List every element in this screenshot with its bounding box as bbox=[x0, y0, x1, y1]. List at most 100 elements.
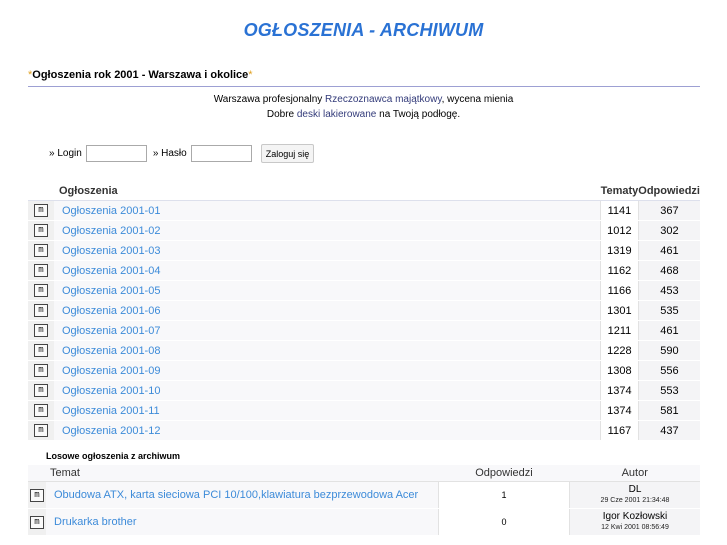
forum-topics-count: 1319 bbox=[600, 240, 639, 261]
forum-link[interactable]: Ogłoszenia 2001-07 bbox=[62, 325, 160, 337]
topic-replies-count: 0 bbox=[438, 508, 570, 536]
forum-replies-count: 553 bbox=[637, 380, 700, 401]
forum-name-cell: Ogłoszenia 2001-08 bbox=[54, 340, 601, 361]
forum-name-cell: Ogłoszenia 2001-02 bbox=[54, 220, 601, 241]
forum-row: m Ogłoszenia 2001-08 1228 590 bbox=[28, 340, 700, 361]
topic-cell: Obudowa ATX, karta sieciowa PCI 10/100,k… bbox=[46, 481, 439, 509]
forum-link[interactable]: Ogłoszenia 2001-02 bbox=[62, 225, 160, 237]
forum-row: m Ogłoszenia 2001-09 1308 556 bbox=[28, 360, 700, 381]
forum-link[interactable]: Ogłoszenia 2001-06 bbox=[62, 305, 160, 317]
page-title: OGŁOSZENIA - ARCHIWUM bbox=[243, 20, 484, 40]
forum-topics-count: 1301 bbox=[600, 300, 639, 321]
forum-row: m Ogłoszenia 2001-10 1374 553 bbox=[28, 380, 700, 401]
forum-row: m Ogłoszenia 2001-06 1301 535 bbox=[28, 300, 700, 321]
sponsor-text: Warszawa profesjonalny bbox=[213, 94, 326, 105]
sponsor-text: Dobre bbox=[266, 109, 297, 120]
forum-link[interactable]: Ogłoszenia 2001-01 bbox=[62, 205, 160, 217]
random-header-replies: Odpowiedzi bbox=[438, 465, 570, 482]
author-name[interactable]: Igor Kozłowski bbox=[570, 511, 700, 522]
sponsor-info: Warszawa profesjonalny Rzeczoznawca mają… bbox=[0, 92, 727, 122]
forum-icon-cell: m bbox=[28, 380, 54, 401]
forum-icon-cell: m bbox=[28, 280, 54, 301]
forum-row: m Ogłoszenia 2001-04 1162 468 bbox=[28, 260, 700, 281]
forum-replies-count: 535 bbox=[637, 300, 700, 321]
forum-icon-cell: m bbox=[28, 320, 54, 341]
forum-topics-count: 1374 bbox=[600, 380, 639, 401]
forum-name-cell: Ogłoszenia 2001-10 bbox=[54, 380, 601, 401]
post-date: 12 Kwi 2001 08:56:49 bbox=[601, 524, 669, 531]
forum-icon-cell: m bbox=[28, 240, 54, 261]
forum-topics-count: 1308 bbox=[600, 360, 639, 381]
forum-name-cell: Ogłoszenia 2001-11 bbox=[54, 400, 601, 421]
forum-link[interactable]: Ogłoszenia 2001-03 bbox=[62, 245, 160, 257]
forum-replies-count: 461 bbox=[637, 240, 700, 261]
forum-row: m Ogłoszenia 2001-01 1141 367 bbox=[28, 200, 700, 221]
forum-folder-icon: m bbox=[34, 284, 48, 297]
random-ads-table: Temat Odpowiedzi Autor m Obudowa ATX, kar… bbox=[28, 465, 700, 536]
forum-folder-icon: m bbox=[34, 404, 48, 417]
topic-replies-count: 1 bbox=[438, 481, 570, 509]
sponsor-link-rzeczoznawca[interactable]: Rzeczoznawca majątkowy bbox=[325, 94, 442, 105]
forum-link[interactable]: Ogłoszenia 2001-04 bbox=[62, 265, 160, 277]
forum-folder-icon: m bbox=[34, 304, 48, 317]
login-label: » Login bbox=[49, 148, 82, 159]
password-input[interactable] bbox=[190, 145, 252, 162]
forum-link[interactable]: Ogłoszenia 2001-08 bbox=[62, 345, 160, 357]
topic-author-cell: DL 29 Cze 2001 21:34:48 bbox=[569, 481, 700, 509]
topic-icon-cell: m bbox=[28, 481, 46, 509]
forum-icon-cell: m bbox=[28, 360, 54, 381]
forum-name-cell: Ogłoszenia 2001-05 bbox=[54, 280, 601, 301]
sponsor-text: , wycena mienia bbox=[441, 94, 514, 105]
forum-header-topics: Tematy bbox=[600, 181, 639, 201]
forum-replies-count: 461 bbox=[637, 320, 700, 341]
topic-link[interactable]: Obudowa ATX, karta sieciowa PCI 10/100,k… bbox=[54, 489, 418, 501]
forum-folder-icon: m bbox=[34, 324, 48, 337]
forum-name-cell: Ogłoszenia 2001-06 bbox=[54, 300, 601, 321]
forum-icon-cell: m bbox=[28, 300, 54, 321]
forum-header-replies: Odpowiedzi bbox=[638, 181, 700, 201]
forum-icon-cell: m bbox=[28, 400, 54, 421]
forum-topics-count: 1166 bbox=[600, 280, 639, 301]
author-name[interactable]: DL bbox=[570, 484, 700, 495]
login-button[interactable]: Zaloguj się bbox=[260, 144, 315, 163]
forum-folder-icon: m bbox=[34, 344, 48, 357]
section-title: *Ogłoszenia rok 2001 - Warszawa i okolic… bbox=[28, 69, 253, 81]
forum-link[interactable]: Ogłoszenia 2001-12 bbox=[62, 425, 160, 437]
forum-link[interactable]: Ogłoszenia 2001-11 bbox=[62, 405, 160, 417]
forum-row: m Ogłoszenia 2001-12 1167 437 bbox=[28, 420, 700, 441]
forum-folder-icon: m bbox=[34, 224, 48, 237]
forum-name-cell: Ogłoszenia 2001-04 bbox=[54, 260, 601, 281]
forum-replies-count: 453 bbox=[637, 280, 700, 301]
sponsor-line-2: Dobre deski lakierowane na Twoją podłogę… bbox=[0, 107, 727, 122]
sponsor-link-deski[interactable]: deski lakierowane bbox=[297, 109, 377, 120]
forum-replies-count: 367 bbox=[637, 200, 700, 221]
forum-replies-count: 556 bbox=[637, 360, 700, 381]
forum-row: m Ogłoszenia 2001-03 1319 461 bbox=[28, 240, 700, 261]
topic-author-cell: Igor Kozłowski 12 Kwi 2001 08:56:49 bbox=[569, 508, 700, 536]
random-table-header: Temat Odpowiedzi Autor bbox=[28, 465, 700, 482]
random-ad-row: m Obudowa ATX, karta sieciowa PCI 10/100,… bbox=[28, 481, 700, 509]
random-header-author: Autor bbox=[569, 465, 700, 482]
forum-table-header: Ogłoszenia Tematy Odpowiedzi bbox=[28, 181, 700, 201]
forum-topics-count: 1012 bbox=[600, 220, 639, 241]
forum-topics-count: 1374 bbox=[600, 400, 639, 421]
forum-name-cell: Ogłoszenia 2001-09 bbox=[54, 360, 601, 381]
topic-icon: m bbox=[30, 488, 44, 502]
forum-link[interactable]: Ogłoszenia 2001-10 bbox=[62, 385, 160, 397]
forum-link[interactable]: Ogłoszenia 2001-05 bbox=[62, 285, 160, 297]
topic-link[interactable]: Drukarka brother bbox=[54, 516, 137, 528]
random-ads-title: Losowe ogłoszenia z archiwum bbox=[46, 451, 181, 461]
forum-replies-count: 581 bbox=[637, 400, 700, 421]
forum-table: Ogłoszenia Tematy Odpowiedzi m Ogłoszenia… bbox=[28, 181, 700, 441]
forum-folder-icon: m bbox=[34, 364, 48, 377]
forum-link[interactable]: Ogłoszenia 2001-09 bbox=[62, 365, 160, 377]
forum-replies-count: 437 bbox=[637, 420, 700, 441]
forum-folder-icon: m bbox=[34, 244, 48, 257]
forum-replies-count: 590 bbox=[637, 340, 700, 361]
forum-topics-count: 1162 bbox=[600, 260, 639, 281]
forum-name-cell: Ogłoszenia 2001-03 bbox=[54, 240, 601, 261]
post-date: 29 Cze 2001 21:34:48 bbox=[600, 497, 670, 504]
login-input[interactable] bbox=[85, 145, 147, 162]
forum-icon-cell: m bbox=[28, 200, 54, 221]
forum-name-cell: Ogłoszenia 2001-12 bbox=[54, 420, 601, 441]
